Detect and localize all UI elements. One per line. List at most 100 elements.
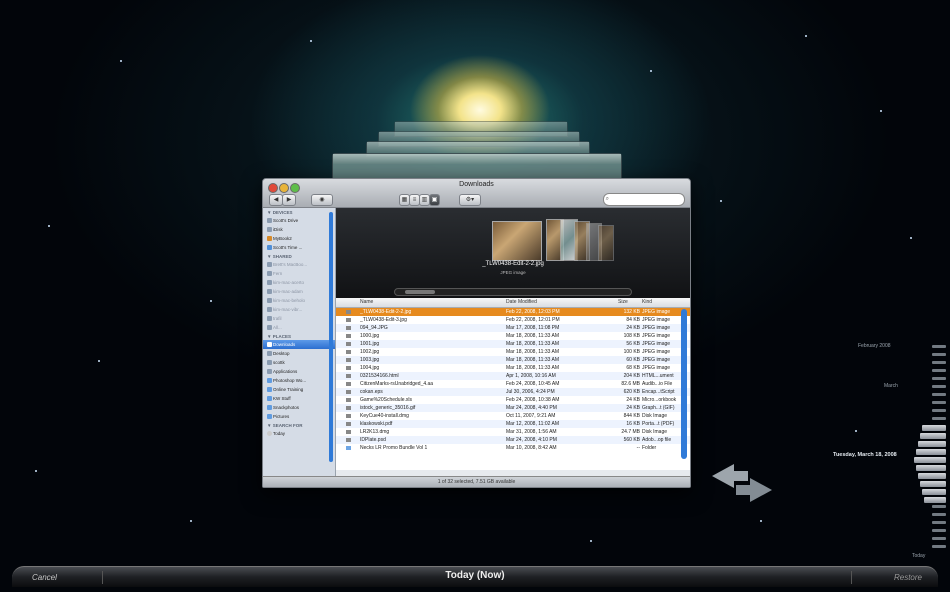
table-row[interactable]: IDPlate.psd Mar 24, 2008, 4:10 PM 560 KB Ad…: [336, 436, 690, 444]
timeline-tick[interactable]: [932, 545, 946, 548]
timeline-tick[interactable]: [917, 441, 946, 447]
sidebar-item-downloads[interactable]: Downloads: [263, 340, 335, 349]
sidebar-item-shared[interactable]: trafil: [263, 314, 335, 323]
table-row[interactable]: _TLW0438-Edit-3.jpg Feb 22, 2008, 12:01 P…: [336, 316, 690, 324]
eye-icon[interactable]: ◉: [311, 194, 333, 206]
cover-flow-scroll-thumb[interactable]: [405, 290, 435, 294]
timeline-tick[interactable]: [920, 481, 946, 487]
table-row[interactable]: CitizenMarks-rsUnabridged_4.aa Feb 24, 20…: [336, 380, 690, 388]
timeline-tick[interactable]: [932, 393, 946, 396]
navigation-arrows-icon[interactable]: [708, 462, 776, 504]
file-name-cell: IDPlate.psd: [360, 437, 386, 443]
size-cell: 16 KB: [626, 421, 640, 427]
search-input[interactable]: ⌕: [603, 193, 685, 206]
sidebar-item-shared[interactable]: kim-mac-vibr...: [263, 305, 335, 314]
table-row[interactable]: KeyCue40-install.dmg Oct 11, 2007, 9:21 A…: [336, 412, 690, 420]
table-row[interactable]: 1001.jpg Mar 18, 2008, 11:33 AM 56 KB JPEG …: [336, 340, 690, 348]
sidebar-item-idisk[interactable]: iDisk: [263, 225, 335, 234]
sidebar-item-today[interactable]: Today: [263, 429, 335, 438]
sidebar-item-applications[interactable]: Applications: [263, 367, 335, 376]
table-row[interactable]: LR2K13.dmg Mar 31, 2008, 1:56 AM 24.7 MB Di…: [336, 428, 690, 436]
kind-cell: JPEG image: [642, 333, 671, 339]
date-modified-cell: Mar 18, 2008, 11:33 AM: [506, 357, 559, 363]
sidebar-item-shared[interactable]: Brett's MacBoo...: [263, 260, 335, 269]
timeline-tick[interactable]: [932, 361, 946, 364]
file-name-cell: 094_94.JPG: [360, 325, 388, 331]
timeline-tick[interactable]: [932, 385, 946, 388]
sidebar-item-shared[interactable]: All...: [263, 323, 335, 332]
column-date-modified[interactable]: Date Modified: [506, 299, 537, 305]
sidebar-item-shared[interactable]: kim-mac-acerto: [263, 278, 335, 287]
file-list-scrollbar[interactable]: [681, 309, 687, 459]
sidebar-item-shared[interactable]: kim-mac-beholo: [263, 296, 335, 305]
timeline-tick[interactable]: [919, 433, 946, 439]
file-name-cell: _TLW0438-Edit-2-2.jpg: [360, 309, 412, 315]
sidebar-item-time-machine[interactable]: Scott's Time ...: [263, 243, 335, 252]
timeline-tick[interactable]: [932, 409, 946, 412]
timeline-tick[interactable]: [914, 457, 946, 463]
table-row[interactable]: istock_generic_35016.gif Mar 24, 2008, 4:…: [336, 404, 690, 412]
timeline-tick[interactable]: [932, 513, 946, 516]
cover-flow-scrollbar[interactable]: [394, 288, 632, 296]
timeline-tick[interactable]: [932, 401, 946, 404]
cover-flow-icon[interactable]: ▣: [429, 194, 440, 206]
table-row[interactable]: _TLW0438-Edit-2-2.jpg Feb 22, 2008, 12:03…: [336, 308, 690, 316]
sidebar-item-scotts-drive[interactable]: Scott's Drive: [263, 216, 335, 225]
sidebar-scrollbar[interactable]: [329, 212, 333, 462]
timeline-tick[interactable]: [932, 345, 946, 348]
column-name[interactable]: Name: [360, 299, 373, 305]
cover-flow-selected-image[interactable]: [492, 221, 542, 261]
size-cell: 84 KB: [626, 317, 640, 323]
action-gear-icon[interactable]: ⚙▾: [459, 194, 481, 206]
history-window[interactable]: [332, 153, 622, 181]
timeline-tick[interactable]: [921, 425, 946, 431]
table-row[interactable]: 0321534166.html Apr 1, 2008, 10:16 AM 204 …: [336, 372, 690, 380]
bottom-bar: Cancel Today (Now) Restore: [12, 566, 938, 587]
sidebar-item-mybook2[interactable]: MyBook2: [263, 234, 335, 243]
table-row[interactable]: klaskowski.pdf Mar 12, 2008, 11:02 AM 16 K…: [336, 420, 690, 428]
cover-flow-image[interactable]: [598, 225, 614, 261]
back-button[interactable]: ◀: [269, 194, 283, 206]
timeline-tick[interactable]: [922, 489, 946, 495]
sidebar-item-folder[interactable]: Snackphotos: [263, 403, 335, 412]
sidebar-item-folder[interactable]: KW Stuff: [263, 394, 335, 403]
table-row[interactable]: Game%20Schedule.xls Feb 24, 2008, 10:38 A…: [336, 396, 690, 404]
timeline-tick[interactable]: [932, 529, 946, 532]
table-row[interactable]: 1003.jpg Mar 18, 2008, 11:33 AM 60 KB JPEG …: [336, 356, 690, 364]
sidebar-item-desktop[interactable]: Desktop: [263, 349, 335, 358]
timeline-tick[interactable]: [932, 521, 946, 524]
table-row[interactable]: 1000.jpg Mar 18, 2008, 11:33 AM 108 KB JPEG…: [336, 332, 690, 340]
timeline-tick[interactable]: [932, 377, 946, 380]
file-icon: [346, 398, 351, 402]
timeline-tick[interactable]: [932, 369, 946, 372]
timeline-tick[interactable]: [916, 465, 946, 471]
sidebar-item-home[interactable]: scottk: [263, 358, 335, 367]
date-modified-cell: Feb 24, 2008, 10:38 AM: [506, 397, 560, 403]
table-row[interactable]: 094_94.JPG Mar 17, 2008, 11:08 PM 24 KB JPE…: [336, 324, 690, 332]
sidebar-item-shared[interactable]: Fern: [263, 269, 335, 278]
file-icon: [346, 366, 351, 370]
timeline-tick[interactable]: [915, 449, 946, 455]
timeline-label: February 2008: [858, 343, 891, 349]
timeline-tick[interactable]: [924, 497, 946, 503]
table-row[interactable]: 1002.jpg Mar 18, 2008, 11:33 AM 100 KB JPEG…: [336, 348, 690, 356]
column-size[interactable]: Size: [618, 299, 628, 305]
file-icon: [346, 326, 351, 330]
forward-button[interactable]: ▶: [282, 194, 296, 206]
timeline-tick[interactable]: [932, 417, 946, 420]
timeline-tick[interactable]: [932, 505, 946, 508]
table-row[interactable]: Necks LR Promo Bundle Vol 1 Mar 10, 2008,…: [336, 444, 690, 452]
timeline-tick[interactable]: [918, 473, 946, 479]
sidebar-item-pictures[interactable]: Pictures: [263, 412, 335, 421]
title-bar: Downloads ◀ ▶ ◉ ▦ ≡ ▥ ▣ ⚙▾ ⌕: [263, 179, 690, 208]
date-modified-cell: Mar 18, 2008, 11:33 AM: [506, 341, 559, 347]
timeline-tick[interactable]: [932, 353, 946, 356]
timeline-tick[interactable]: [932, 537, 946, 540]
column-kind[interactable]: Kind: [642, 299, 652, 305]
sidebar-item-folder[interactable]: Photoshop Wo...: [263, 376, 335, 385]
restore-button[interactable]: Restore: [851, 571, 928, 584]
table-row[interactable]: cokan.eps Jul 30, 2006, 4:24 PM 620 KB Enca…: [336, 388, 690, 396]
sidebar-item-folder[interactable]: Online Training: [263, 385, 335, 394]
sidebar-item-shared[interactable]: kim-mac-adam: [263, 287, 335, 296]
table-row[interactable]: 1004.jpg Mar 18, 2008, 11:33 AM 68 KB JPEG …: [336, 364, 690, 372]
